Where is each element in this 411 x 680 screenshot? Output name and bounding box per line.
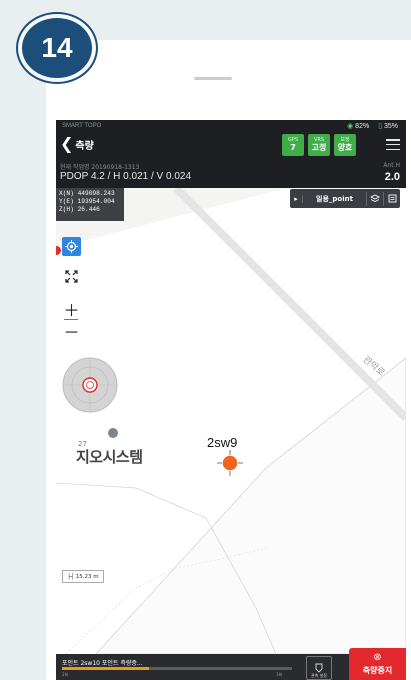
correction-badge-value: 양호 xyxy=(337,143,353,152)
survey-point-label: 2sw9 xyxy=(207,435,238,450)
layer-name: 일용_point xyxy=(316,194,353,203)
stop-measurement-button[interactable]: ⊗ 측량중지 xyxy=(349,648,406,680)
antenna-height-value[interactable]: 2.0 xyxy=(385,171,400,183)
coord-x: X(N) 449098.243 xyxy=(59,190,115,197)
download-icon xyxy=(315,663,323,673)
signal-value: 82% xyxy=(355,123,370,130)
status-indicators: ◉ 82% ▯ 35% xyxy=(347,122,398,130)
gps-badge[interactable]: GPS 7 xyxy=(282,134,304,156)
measurement-progress-fill xyxy=(62,667,150,670)
phone-handle xyxy=(194,77,232,80)
app-toolbar: ❮ 측량 GPS 7 VRS 고정 보정 양호 xyxy=(56,132,406,158)
gnss-status-badges: GPS 7 VRS 고정 보정 양호 xyxy=(282,134,356,156)
job-name-label: 현재 작업명 20190918-1313 xyxy=(60,164,140,171)
map-scale-bar: ├┤ 15.23 m xyxy=(62,570,104,583)
battery-icon: ▯ 35% xyxy=(378,123,398,130)
direction-radar xyxy=(62,357,118,413)
carrier-label: SMART TOPO xyxy=(62,123,102,129)
map-view[interactable]: X(N) 449098.243 Y(E) 193954.004 Z(H) 26.… xyxy=(56,188,406,654)
layers-icon[interactable] xyxy=(366,191,383,206)
antenna-height-label: Ant.H xyxy=(383,162,400,169)
progress-start-label: 2회 xyxy=(62,672,69,677)
expand-arrow-icon[interactable]: ▸ xyxy=(290,194,303,203)
zoom-out-button[interactable]: － xyxy=(62,321,81,342)
locate-me-button[interactable] xyxy=(62,237,81,256)
stop-icon: ⊗ xyxy=(373,651,382,663)
gps-badge-label: GPS xyxy=(287,137,299,143)
back-button[interactable]: ❮ 측량 xyxy=(60,136,94,152)
phone-frame: SMART TOPO ◉ 82% ▯ 35% ❮ 측량 GPS 7 VRS 고정 xyxy=(46,40,411,680)
survey-point-marker[interactable] xyxy=(217,450,243,476)
hamburger-menu-icon[interactable] xyxy=(386,139,400,150)
correction-badge-label: 보정 xyxy=(340,137,350,143)
measurement-progress xyxy=(62,667,292,670)
status-bar: SMART TOPO ◉ 82% ▯ 35% xyxy=(56,120,406,132)
fit-extent-button[interactable] xyxy=(62,267,81,286)
layer-selector[interactable]: ▸ 일용_point xyxy=(290,189,400,208)
place-poi-icon xyxy=(108,428,118,438)
coord-z: Z(H) 26.446 xyxy=(59,206,100,214)
scale-value: 15.23 m xyxy=(75,573,99,580)
stop-measurement-label: 측량중지 xyxy=(362,665,393,675)
app-screen: SMART TOPO ◉ 82% ▯ 35% ❮ 측량 GPS 7 VRS 고정 xyxy=(56,120,406,680)
vrs-badge-value: 고정 xyxy=(311,143,327,152)
observation-settings-label: 관측 설정 xyxy=(311,673,327,678)
expand-icon xyxy=(65,270,78,283)
observation-settings-button[interactable]: 관측 설정 xyxy=(306,656,332,680)
pdop-readout: PDOP 4.2 / H 0.021 / V 0.024 xyxy=(60,171,192,182)
vrs-badge-label: VRS xyxy=(313,137,325,143)
zoom-in-button[interactable]: ＋ xyxy=(62,299,81,320)
signal-icon: ◉ 82% xyxy=(347,123,370,130)
chevron-left-icon: ❮ xyxy=(60,134,74,153)
gps-badge-value: 7 xyxy=(290,143,296,152)
correction-badge[interactable]: 보정 양호 xyxy=(334,134,356,156)
progress-end-label: 3회 xyxy=(276,672,283,677)
coordinate-readout: X(N) 449098.243 Y(E) 193954.004 Z(H) 26.… xyxy=(56,188,124,221)
list-icon[interactable] xyxy=(383,191,400,206)
battery-value: 35% xyxy=(383,123,398,130)
map-background xyxy=(56,188,406,654)
vrs-badge[interactable]: VRS 고정 xyxy=(308,134,330,156)
place-name[interactable]: 지오시스템 xyxy=(76,446,143,467)
step-number-badge: 14 xyxy=(18,14,96,82)
crosshair-icon xyxy=(65,240,78,253)
screen-title: 측량 xyxy=(75,140,94,152)
coord-y: Y(E) 193954.004 xyxy=(59,198,115,206)
survey-info-strip: 현재 작업명 20190918-1313 PDOP 4.2 / H 0.021 … xyxy=(56,158,406,188)
